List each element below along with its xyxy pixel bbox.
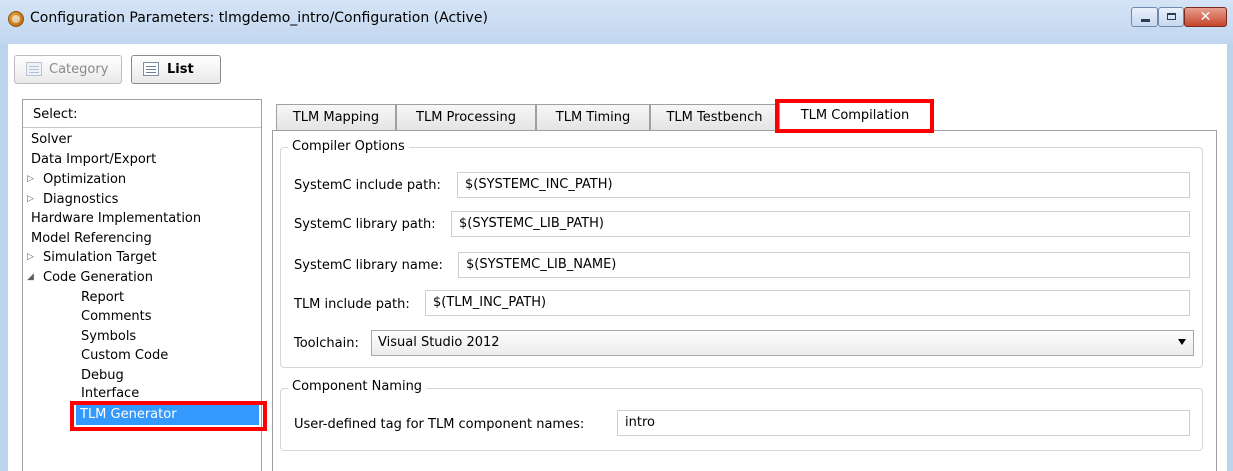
list-view-button[interactable]: List <box>131 55 221 84</box>
tree-item-debug[interactable]: Debug <box>81 366 124 385</box>
window-title: Configuration Parameters: tlmgdemo_intro… <box>30 10 488 26</box>
tree-item-solver[interactable]: Solver <box>31 130 72 149</box>
toolchain-label: Toolchain: <box>294 336 359 351</box>
tree-item-code-generation[interactable]: Code Generation <box>43 268 153 287</box>
tree-selection-highlight <box>70 401 267 431</box>
tab-tlm-processing[interactable]: TLM Processing <box>396 104 536 131</box>
tree-item-data-import-export[interactable]: Data Import/Export <box>31 150 156 169</box>
toolchain-value: Visual Studio 2012 <box>378 335 500 350</box>
tab-tlm-mapping[interactable]: TLM Mapping <box>276 104 396 131</box>
systemc-include-path-label: SystemC include path: <box>294 178 441 193</box>
tlm-include-path-input[interactable]: $(TLM_INC_PATH) <box>425 290 1190 316</box>
dropdown-arrow-icon[interactable] <box>1178 339 1186 345</box>
tree-item-hardware-implementation[interactable]: Hardware Implementation <box>31 209 201 228</box>
maximize-button[interactable] <box>1158 7 1184 27</box>
compiler-options-legend: Compiler Options <box>288 139 409 154</box>
category-view-icon <box>26 62 42 76</box>
tree-item-interface[interactable]: Interface <box>81 384 139 398</box>
tree-item-custom-code[interactable]: Custom Code <box>81 346 168 365</box>
systemc-library-name-label: SystemC library name: <box>294 258 443 273</box>
component-tag-input[interactable]: intro <box>617 410 1190 436</box>
expand-arrow-icon[interactable]: ▷ <box>27 194 34 204</box>
tab-highlight <box>775 99 934 133</box>
tree-item-model-referencing[interactable]: Model Referencing <box>31 229 152 248</box>
tree-item-symbols[interactable]: Symbols <box>81 327 136 346</box>
systemc-include-path-input[interactable]: $(SYSTEMC_INC_PATH) <box>457 172 1190 198</box>
tree-item-report[interactable]: Report <box>81 288 124 307</box>
systemc-library-path-input[interactable]: $(SYSTEMC_LIB_PATH) <box>451 211 1190 237</box>
collapse-arrow-icon[interactable]: ◢ <box>27 272 34 282</box>
tree-header: Select: <box>33 107 78 122</box>
expand-arrow-icon[interactable]: ▷ <box>27 174 34 184</box>
maximize-icon <box>1167 13 1176 20</box>
minimize-button[interactable] <box>1131 7 1158 27</box>
toolchain-select[interactable]: Visual Studio 2012 <box>371 330 1194 356</box>
close-button[interactable]: ✕ <box>1184 7 1227 27</box>
tree-item-comments[interactable]: Comments <box>81 307 151 326</box>
expand-arrow-icon[interactable]: ▷ <box>27 252 34 262</box>
close-icon: ✕ <box>1199 9 1212 25</box>
tree-divider <box>23 127 261 128</box>
component-tag-label: User-defined tag for TLM component names… <box>294 417 585 432</box>
title-bar[interactable]: Configuration Parameters: tlmgdemo_intro… <box>0 0 1233 44</box>
list-view-icon <box>143 62 159 76</box>
systemc-library-name-input[interactable]: $(SYSTEMC_LIB_NAME) <box>458 252 1190 278</box>
simulink-gear-icon <box>8 11 24 27</box>
category-view-button[interactable]: Category <box>14 55 122 84</box>
tree-item-optimization[interactable]: Optimization <box>43 170 126 189</box>
tab-tlm-timing[interactable]: TLM Timing <box>536 104 650 131</box>
tree-item-simulation-target[interactable]: Simulation Target <box>43 248 157 267</box>
systemc-library-path-label: SystemC library path: <box>294 217 436 232</box>
minimize-icon <box>1141 19 1150 22</box>
component-naming-legend: Component Naming <box>288 379 427 394</box>
tree-item-diagnostics[interactable]: Diagnostics <box>43 190 118 209</box>
category-view-label: Category <box>49 62 109 77</box>
tlm-include-path-label: TLM include path: <box>294 297 410 312</box>
tab-tlm-testbench[interactable]: TLM Testbench <box>650 104 779 131</box>
list-view-label: List <box>167 62 194 77</box>
